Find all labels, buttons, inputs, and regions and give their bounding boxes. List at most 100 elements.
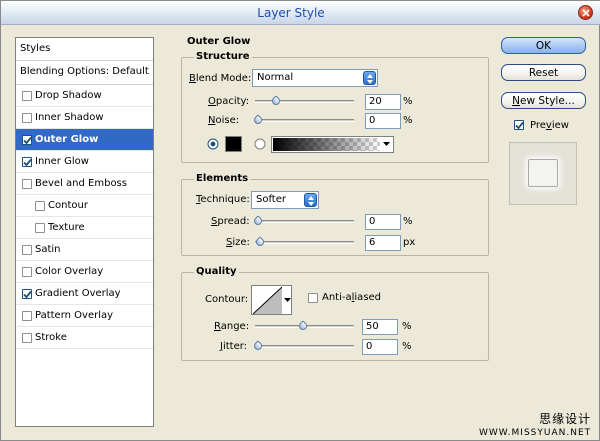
style-item-checkbox[interactable] — [22, 245, 32, 255]
style-item-label: Gradient Overlay — [35, 288, 121, 299]
style-item-checkbox[interactable] — [22, 333, 32, 343]
opacity-input[interactable]: 20 — [365, 94, 401, 110]
checkmark-icon — [515, 121, 524, 130]
jitter-slider[interactable] — [252, 340, 354, 352]
style-item-label: Texture — [48, 222, 85, 233]
anti-aliased-label: Anti-aliased — [322, 292, 382, 303]
style-item-inner-glow[interactable]: Inner Glow — [16, 151, 153, 173]
style-item-checkbox[interactable] — [35, 201, 45, 211]
spread-unit: % — [403, 216, 413, 227]
style-item-checkbox[interactable] — [22, 311, 32, 321]
noise-unit: % — [403, 115, 413, 126]
style-item-label: Contour — [48, 200, 88, 211]
style-preview — [509, 142, 577, 205]
noise-input[interactable]: 0 — [365, 113, 401, 129]
range-input[interactable]: 50 — [362, 319, 398, 335]
title-bar[interactable]: Layer Style — [1, 1, 600, 25]
preview-swatch — [528, 159, 558, 187]
styles-list: Styles Blending Options: Default Drop Sh… — [15, 37, 154, 427]
style-item-checkbox[interactable] — [22, 157, 32, 167]
style-item-label: Color Overlay — [35, 266, 104, 277]
styles-header[interactable]: Styles — [16, 38, 153, 61]
style-item-checkbox[interactable] — [22, 179, 32, 189]
technique-label: Technique: — [196, 194, 250, 205]
spread-slider[interactable] — [252, 215, 354, 227]
style-item-checkbox[interactable] — [22, 267, 32, 277]
style-item-drop-shadow[interactable]: Drop Shadow — [16, 85, 153, 107]
style-item-checkbox[interactable] — [35, 223, 45, 233]
style-item-texture[interactable]: Texture — [16, 217, 153, 239]
blending-options-item[interactable]: Blending Options: Default — [16, 61, 153, 85]
watermark-chinese: 思缘设计 — [539, 412, 592, 426]
size-label: Size: — [226, 237, 250, 248]
opacity-label: Opacity: — [208, 96, 250, 107]
noise-slider[interactable] — [252, 114, 354, 126]
style-item-pattern-overlay[interactable]: Pattern Overlay — [16, 305, 153, 327]
structure-title: Structure — [194, 51, 252, 62]
preview-checkbox[interactable] — [514, 120, 524, 130]
contour-picker[interactable] — [251, 285, 292, 315]
blend-mode-value: Normal — [257, 72, 294, 83]
new-style-button[interactable]: New Style... — [501, 92, 586, 109]
style-item-bevel-and-emboss[interactable]: Bevel and Emboss — [16, 173, 153, 195]
dropdown-arrow-icon — [284, 298, 291, 302]
style-item-checkbox[interactable] — [22, 91, 32, 101]
style-item-stroke[interactable]: Stroke — [16, 327, 153, 349]
style-item-label: Bevel and Emboss — [35, 178, 127, 189]
solid-color-radio[interactable] — [207, 138, 219, 150]
range-label: Range: — [214, 321, 250, 332]
dialog-title: Layer Style — [257, 6, 325, 20]
outer-glow-title: Outer Glow — [187, 36, 251, 47]
anti-aliased-checkbox[interactable] — [308, 293, 318, 303]
technique-select[interactable]: Softer — [251, 191, 319, 209]
size-slider[interactable] — [254, 236, 354, 248]
dropdown-arrow-icon — [383, 142, 390, 146]
style-item-outer-glow[interactable]: Outer Glow — [16, 129, 153, 151]
style-item-color-overlay[interactable]: Color Overlay — [16, 261, 153, 283]
jitter-label: Jitter: — [220, 341, 248, 352]
style-item-label: Outer Glow — [35, 134, 99, 145]
range-unit: % — [402, 321, 412, 332]
preview-label: Preview — [530, 120, 569, 131]
spread-input[interactable]: 0 — [365, 214, 401, 230]
style-item-satin[interactable]: Satin — [16, 239, 153, 261]
ok-button[interactable]: OK — [501, 37, 586, 54]
style-item-checkbox[interactable] — [22, 289, 32, 299]
gradient-picker[interactable] — [271, 136, 394, 153]
watermark: 思缘设计 WWW.MISSYUAN.NET — [479, 410, 591, 438]
style-item-gradient-overlay[interactable]: Gradient Overlay — [16, 283, 153, 305]
gradient-radio[interactable] — [254, 138, 266, 150]
size-unit: px — [403, 237, 416, 248]
style-item-label: Satin — [35, 244, 61, 255]
style-item-label: Inner Glow — [35, 156, 89, 167]
contour-preview — [253, 287, 282, 314]
close-icon — [582, 9, 590, 17]
updown-arrow-icon — [304, 193, 317, 207]
glow-color-swatch[interactable] — [225, 136, 242, 152]
jitter-unit: % — [402, 341, 412, 352]
style-item-label: Pattern Overlay — [35, 310, 114, 321]
style-item-label: Stroke — [35, 332, 67, 343]
range-slider[interactable] — [255, 320, 354, 332]
reset-button[interactable]: Reset — [501, 64, 586, 81]
checkmark-icon — [23, 158, 32, 167]
close-button[interactable] — [578, 5, 593, 20]
size-input[interactable]: 6 — [365, 235, 401, 251]
style-item-inner-shadow[interactable]: Inner Shadow — [16, 107, 153, 129]
layer-style-dialog: Layer Style Styles Blending Options: Def… — [0, 0, 600, 441]
contour-label: Contour: — [205, 294, 249, 305]
blend-mode-label: Blend Mode: — [189, 73, 252, 84]
spread-label: Spread: — [211, 216, 250, 227]
elements-title: Elements — [194, 173, 251, 184]
style-item-checkbox[interactable] — [22, 113, 32, 123]
style-item-contour[interactable]: Contour — [16, 195, 153, 217]
style-item-checkbox[interactable] — [22, 135, 32, 145]
style-item-label: Inner Shadow — [35, 112, 104, 123]
quality-title: Quality — [194, 266, 239, 277]
blend-mode-select[interactable]: Normal — [252, 69, 378, 87]
jitter-input[interactable]: 0 — [362, 339, 398, 355]
checkmark-icon — [23, 290, 32, 299]
style-item-label: Drop Shadow — [35, 90, 102, 101]
opacity-slider[interactable] — [255, 95, 354, 107]
watermark-site: WWW.MISSYUAN.NET — [479, 428, 592, 438]
